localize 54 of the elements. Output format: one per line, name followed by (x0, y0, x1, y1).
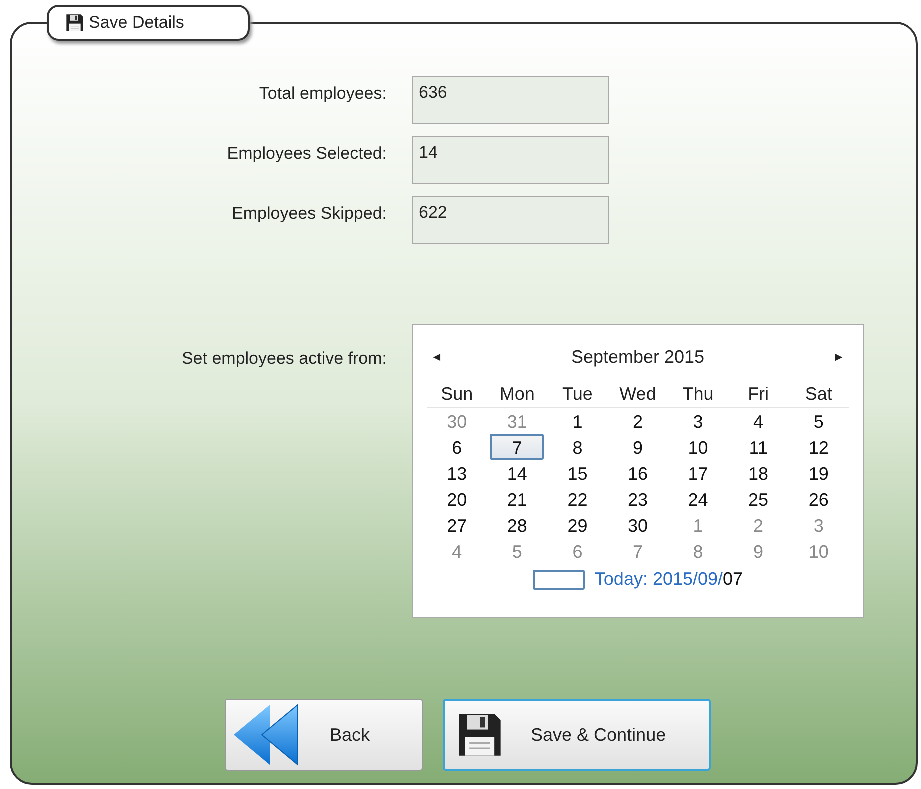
weekday-label: Mon (498, 383, 536, 406)
weekday-label: Fri (747, 383, 770, 406)
calendar-day[interactable]: 27 (430, 512, 484, 538)
calendar-day[interactable]: 6 (430, 434, 484, 460)
calendar-day[interactable]: 17 (671, 460, 726, 486)
calendar-day[interactable]: 1 (550, 408, 605, 434)
calendar-day[interactable]: 16 (610, 460, 665, 486)
calendar-day[interactable]: 20 (430, 486, 484, 512)
calendar-day[interactable]: 9 (610, 434, 665, 460)
calendar-day[interactable]: 15 (550, 460, 605, 486)
calendar-day[interactable]: 3 (671, 408, 726, 434)
calendar-day[interactable]: 5 (792, 408, 846, 434)
calendar-day[interactable]: 24 (671, 486, 726, 512)
weekday-label: Thu (682, 383, 715, 406)
weekday-label: Sat (804, 383, 834, 406)
calendar-day[interactable]: 4 (732, 408, 786, 434)
calendar-day[interactable]: 14 (490, 460, 544, 486)
calendar-day[interactable]: 21 (490, 486, 544, 512)
calendar-day[interactable]: 13 (430, 460, 484, 486)
calendar-day[interactable]: 12 (792, 434, 846, 460)
calendar-day[interactable]: 26 (792, 486, 846, 512)
stat-field: 14 (412, 136, 609, 184)
group-title: Save Details (89, 12, 184, 34)
today-marker-icon (532, 570, 585, 590)
calendar-day[interactable]: 23 (610, 486, 665, 512)
stat-label: Employees Selected: (226, 143, 387, 165)
calendar-day[interactable]: 29 (550, 512, 605, 538)
stat-field: 622 (412, 196, 609, 244)
weekday-label: Tue (562, 383, 594, 406)
calendar-day[interactable]: 7 (490, 434, 544, 460)
calendar-day[interactable]: 28 (490, 512, 544, 538)
double-arrow-left-icon (232, 703, 300, 767)
save-continue-button[interactable]: Save & Continue (443, 699, 711, 771)
date-label: Set employees active from: (180, 348, 387, 370)
calendar-day[interactable]: 2 (610, 408, 665, 434)
calendar-day[interactable]: 10 (671, 434, 726, 460)
stat-label: Total employees: (258, 83, 387, 105)
calendar-day[interactable]: 19 (792, 460, 846, 486)
back-button[interactable]: Back (225, 699, 423, 771)
calendar-day[interactable]: 18 (732, 460, 786, 486)
calendar-day[interactable]: 22 (550, 486, 605, 512)
month-title: September 2015 (571, 346, 705, 369)
weekday-label: Sun (440, 383, 474, 406)
today-link[interactable]: Today: 2015/09/07 (594, 566, 744, 593)
calendar-day[interactable]: 25 (732, 486, 786, 512)
stat-field: 636 (412, 76, 609, 124)
calendar-day[interactable]: 11 (732, 434, 786, 460)
calendar[interactable]: ◄ September 2015 ► Sun Mon Tue Wed Thu Fri Sat 30 31 1 2 3 4 5 6 7 8 9 10 11 12 13 14 15 16 17 18 19 20 21 22 23 24 25 26 27 28 29 30 1 2 3 4 5 6 7 8 9 10 Today: 2015/09/07 (412, 324, 864, 618)
next-month-button[interactable]: ► (829, 348, 849, 366)
weekday-label: Wed (618, 383, 658, 406)
calendar-day[interactable]: 30 (610, 512, 665, 538)
stat-label: Employees Skipped: (231, 203, 387, 225)
calendar-day[interactable]: 8 (550, 434, 605, 460)
previous-month-button[interactable]: ◄ (427, 348, 447, 366)
